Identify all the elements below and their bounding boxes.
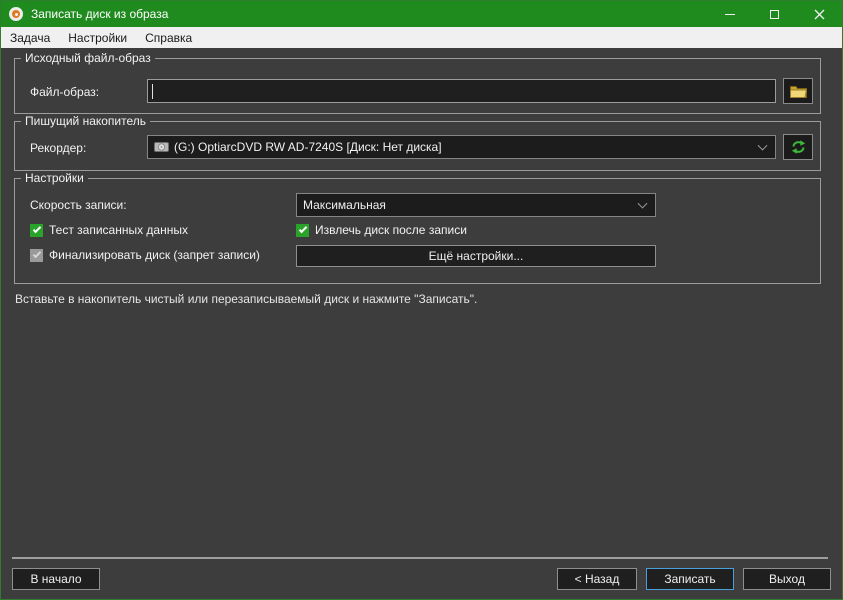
browse-button[interactable]	[783, 78, 813, 104]
app-window: Записать диск из образа Задача Настройки…	[0, 0, 843, 600]
checkbox-finalize-disc-label: Финализировать диск (запрет записи)	[49, 248, 260, 262]
refresh-icon	[791, 140, 806, 154]
burn-button[interactable]: Записать	[646, 568, 734, 590]
close-button[interactable]	[797, 1, 842, 27]
checkbox-checked-icon	[30, 224, 43, 237]
checkbox-checked-icon	[296, 224, 309, 237]
maximize-icon	[770, 10, 779, 19]
folder-icon	[790, 85, 807, 98]
text-caret	[152, 84, 153, 99]
drive-icon	[154, 141, 169, 153]
group-source-image: Исходный файл-образ Файл-образ:	[14, 58, 821, 114]
status-message: Вставьте в накопитель чистый или перезап…	[15, 292, 477, 306]
menu-settings[interactable]: Настройки	[59, 27, 136, 48]
recorder-dropdown[interactable]: (G:) OptiarcDVD RW AD-7240S [Диск: Нет д…	[147, 135, 776, 159]
checkbox-checked-disabled-icon	[30, 249, 43, 262]
close-icon	[814, 9, 825, 20]
file-image-input[interactable]	[147, 79, 776, 103]
minimize-button[interactable]	[707, 1, 752, 27]
group-settings-title: Настройки	[21, 171, 88, 185]
footer-separator	[12, 557, 828, 559]
chevron-down-icon	[758, 141, 768, 151]
exit-button[interactable]: Выход	[743, 568, 831, 590]
maximize-button[interactable]	[752, 1, 797, 27]
more-settings-button[interactable]: Ещё настройки...	[296, 245, 656, 267]
window-controls	[707, 1, 842, 27]
write-speed-dropdown[interactable]: Максимальная	[296, 193, 656, 217]
file-image-label: Файл-образ:	[30, 85, 99, 99]
window-title: Записать диск из образа	[31, 7, 168, 21]
group-recorder: Пишущий накопитель Рекордер: (G:) Optiar…	[14, 121, 821, 171]
checkbox-eject-disc-label: Извлечь диск после записи	[315, 223, 467, 237]
menubar: Задача Настройки Справка	[1, 27, 842, 48]
chevron-down-icon	[638, 199, 648, 209]
titlebar: Записать диск из образа	[1, 1, 842, 27]
checkbox-eject-disc[interactable]: Извлечь диск после записи	[296, 223, 467, 237]
recorder-value: (G:) OptiarcDVD RW AD-7240S [Диск: Нет д…	[174, 140, 442, 154]
disc-icon	[9, 7, 23, 21]
group-recorder-title: Пишущий накопитель	[21, 114, 150, 128]
home-button[interactable]: В начало	[12, 568, 100, 590]
checkbox-finalize-disc[interactable]: Финализировать диск (запрет записи)	[30, 248, 260, 262]
menu-help[interactable]: Справка	[136, 27, 201, 48]
minimize-icon	[725, 14, 735, 15]
menu-task[interactable]: Задача	[1, 27, 59, 48]
recorder-label: Рекордер:	[30, 141, 86, 155]
checkbox-test-data[interactable]: Тест записанных данных	[30, 223, 188, 237]
group-source-title: Исходный файл-образ	[21, 51, 155, 65]
write-speed-value: Максимальная	[303, 198, 386, 212]
back-button[interactable]: < Назад	[557, 568, 637, 590]
group-settings: Настройки Скорость записи: Максимальная …	[14, 178, 821, 284]
checkbox-test-data-label: Тест записанных данных	[49, 223, 188, 237]
write-speed-label: Скорость записи:	[30, 198, 127, 212]
refresh-recorders-button[interactable]	[783, 134, 813, 160]
